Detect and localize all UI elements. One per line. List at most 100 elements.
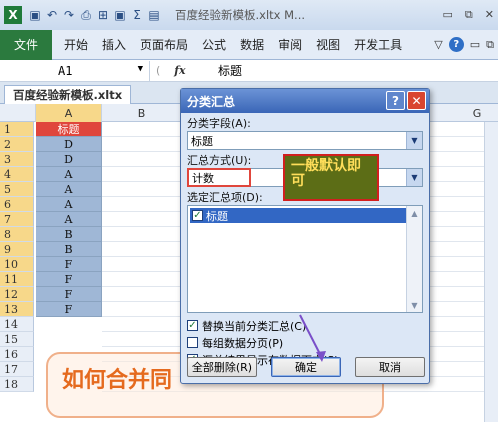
cell-a[interactable]: A — [36, 197, 102, 212]
column-header-g[interactable]: G — [470, 104, 484, 122]
cell-a[interactable]: 标题 — [36, 122, 102, 137]
dialog-title-buttons: ? ✕ — [386, 91, 426, 110]
ribbon: 文件 开始 插入 页面布局 公式 数据 审阅 视图 开发工具 ▽ ? ▭ ⧉ — [0, 29, 498, 60]
cell-a[interactable]: A — [36, 182, 102, 197]
quick-access-toolbar: ▣ ↶ ↷ ⎙ ⊞ ▣ Σ ▤ — [28, 8, 161, 23]
checkbox-icon[interactable] — [187, 337, 198, 348]
row-header[interactable]: 10 — [0, 257, 34, 272]
cell-a[interactable]: D — [36, 152, 102, 167]
insert-function-icon[interactable]: fx — [174, 64, 185, 77]
table-icon[interactable]: ⊞ — [96, 8, 110, 22]
tab-file[interactable]: 文件 — [0, 29, 52, 60]
cell-a[interactable]: A — [36, 212, 102, 227]
tab-view[interactable]: 视图 — [316, 36, 340, 53]
column-header-a[interactable]: A — [36, 104, 102, 122]
cell-a[interactable]: B — [36, 242, 102, 257]
tab-review[interactable]: 审阅 — [278, 36, 302, 53]
close-icon[interactable]: ✕ — [407, 91, 426, 110]
row-header[interactable]: 14 — [0, 317, 34, 332]
row-header[interactable]: 8 — [0, 227, 34, 242]
cell-a[interactable]: A — [36, 167, 102, 182]
row-header[interactable]: 1 — [0, 122, 34, 137]
save-icon[interactable]: ▣ — [28, 8, 42, 22]
dialog-title-bar[interactable]: 分类汇总 ? ✕ — [181, 89, 429, 113]
chevron-down-icon[interactable]: ▼ — [138, 64, 143, 74]
items-listbox[interactable]: ✓ 标题 ▲ ▼ — [187, 205, 423, 313]
option-label: 每组数据分页(P) — [202, 336, 284, 350]
excel-logo-icon[interactable]: X — [4, 6, 22, 24]
tab-data[interactable]: 数据 — [240, 36, 264, 53]
window-controls: ▭ ⧉ ✕ — [443, 8, 494, 22]
row-header[interactable]: 6 — [0, 197, 34, 212]
cell-a[interactable]: B — [36, 227, 102, 242]
subtotal-dialog: 分类汇总 ? ✕ 分类字段(A): 标题 ▼ 汇总方式(U): 计数 ▼ 选定汇… — [180, 88, 430, 384]
row-header[interactable]: 13 — [0, 302, 34, 317]
help-icon[interactable]: ? — [448, 37, 464, 52]
filter-icon[interactable]: ▣ — [113, 8, 127, 22]
select-all-corner[interactable] — [0, 104, 36, 122]
tab-home[interactable]: 开始 — [64, 36, 88, 53]
cell-a[interactable]: F — [36, 287, 102, 302]
tab-formulas[interactable]: 公式 — [202, 36, 226, 53]
cell-a[interactable]: F — [36, 302, 102, 317]
cell-a[interactable]: F — [36, 257, 102, 272]
scroll-down-icon[interactable]: ▼ — [407, 298, 422, 312]
remove-all-button[interactable]: 全部删除(R) — [187, 357, 257, 377]
option-replace[interactable]: ✓ 替换当前分类汇总(C) — [187, 317, 423, 334]
listbox-scrollbar[interactable]: ▲ ▼ — [406, 206, 422, 312]
scroll-up-icon[interactable]: ▲ — [407, 206, 422, 220]
row-header[interactable]: 2 — [0, 137, 34, 152]
row-header[interactable]: 18 — [0, 377, 34, 392]
row-header[interactable]: 9 — [0, 242, 34, 257]
formula-bar: A1 ▼ ( fx 标题 — [0, 60, 498, 82]
cell-a[interactable]: F — [36, 272, 102, 287]
option-page-break[interactable]: 每组数据分页(P) — [187, 334, 423, 351]
chevron-down-icon[interactable]: ▼ — [406, 132, 422, 149]
field-select-value: 标题 — [191, 134, 213, 148]
chevron-down-icon[interactable]: ▼ — [406, 169, 422, 186]
ribbon-collapse-icon[interactable]: ▽ — [434, 38, 442, 51]
dialog-footer: 全部删除(R) 确定 取消 — [187, 357, 425, 377]
row-header[interactable]: 4 — [0, 167, 34, 182]
method-select-value: 计数 — [187, 168, 251, 187]
ok-button[interactable]: 确定 — [271, 357, 341, 377]
workbook-tab[interactable]: 百度经验新模板.xltx — [4, 85, 132, 104]
checkbox-icon[interactable]: ✓ — [192, 210, 203, 221]
row-header[interactable]: 5 — [0, 182, 34, 197]
print-preview-icon[interactable]: ⎙ — [79, 8, 93, 23]
row-header[interactable]: 16 — [0, 347, 34, 362]
checkbox-icon[interactable]: ✓ — [187, 320, 198, 331]
cell-a[interactable]: D — [36, 137, 102, 152]
row-header[interactable]: 17 — [0, 362, 34, 377]
field-select[interactable]: 标题 ▼ — [187, 131, 423, 150]
tab-insert[interactable]: 插入 — [102, 36, 126, 53]
row-header[interactable]: 15 — [0, 332, 34, 347]
cancel-button[interactable]: 取消 — [355, 357, 425, 377]
formula-cancel-icon: ( — [156, 64, 161, 77]
list-item-label: 标题 — [206, 209, 228, 223]
row-header[interactable]: 7 — [0, 212, 34, 227]
format-icon[interactable]: ▤ — [147, 8, 161, 22]
tab-page-layout[interactable]: 页面布局 — [140, 36, 188, 53]
list-item[interactable]: ✓ 标题 — [190, 208, 408, 223]
column-header-b[interactable]: B — [102, 104, 182, 122]
dialog-body: 分类字段(A): 标题 ▼ 汇总方式(U): 计数 ▼ 选定汇总项(D): ✓ … — [187, 115, 423, 368]
redo-icon[interactable]: ↷ — [62, 8, 76, 22]
row-header[interactable]: 12 — [0, 287, 34, 302]
ribbon-right-icons: ▽ ? ▭ ⧉ — [434, 37, 494, 52]
formula-input[interactable]: 标题 — [210, 62, 242, 79]
sum-icon[interactable]: Σ — [130, 8, 144, 22]
tab-developer[interactable]: 开发工具 — [354, 36, 402, 53]
ribbon-tabs: 开始 插入 页面布局 公式 数据 审阅 视图 开发工具 — [64, 36, 402, 53]
row-header[interactable]: 3 — [0, 152, 34, 167]
ribbon-restore-icon[interactable]: ⧉ — [486, 38, 494, 52]
help-icon[interactable]: ? — [386, 91, 405, 110]
undo-icon[interactable]: ↶ — [45, 8, 59, 22]
close-icon[interactable]: ✕ — [485, 8, 494, 22]
minimize-icon[interactable]: ▭ — [443, 8, 453, 22]
name-box[interactable]: A1 ▼ — [0, 60, 150, 81]
row-header[interactable]: 11 — [0, 272, 34, 287]
ribbon-minimize-icon[interactable]: ▭ — [470, 38, 480, 51]
vertical-scrollbar[interactable] — [484, 122, 498, 422]
restore-icon[interactable]: ⧉ — [465, 8, 473, 22]
